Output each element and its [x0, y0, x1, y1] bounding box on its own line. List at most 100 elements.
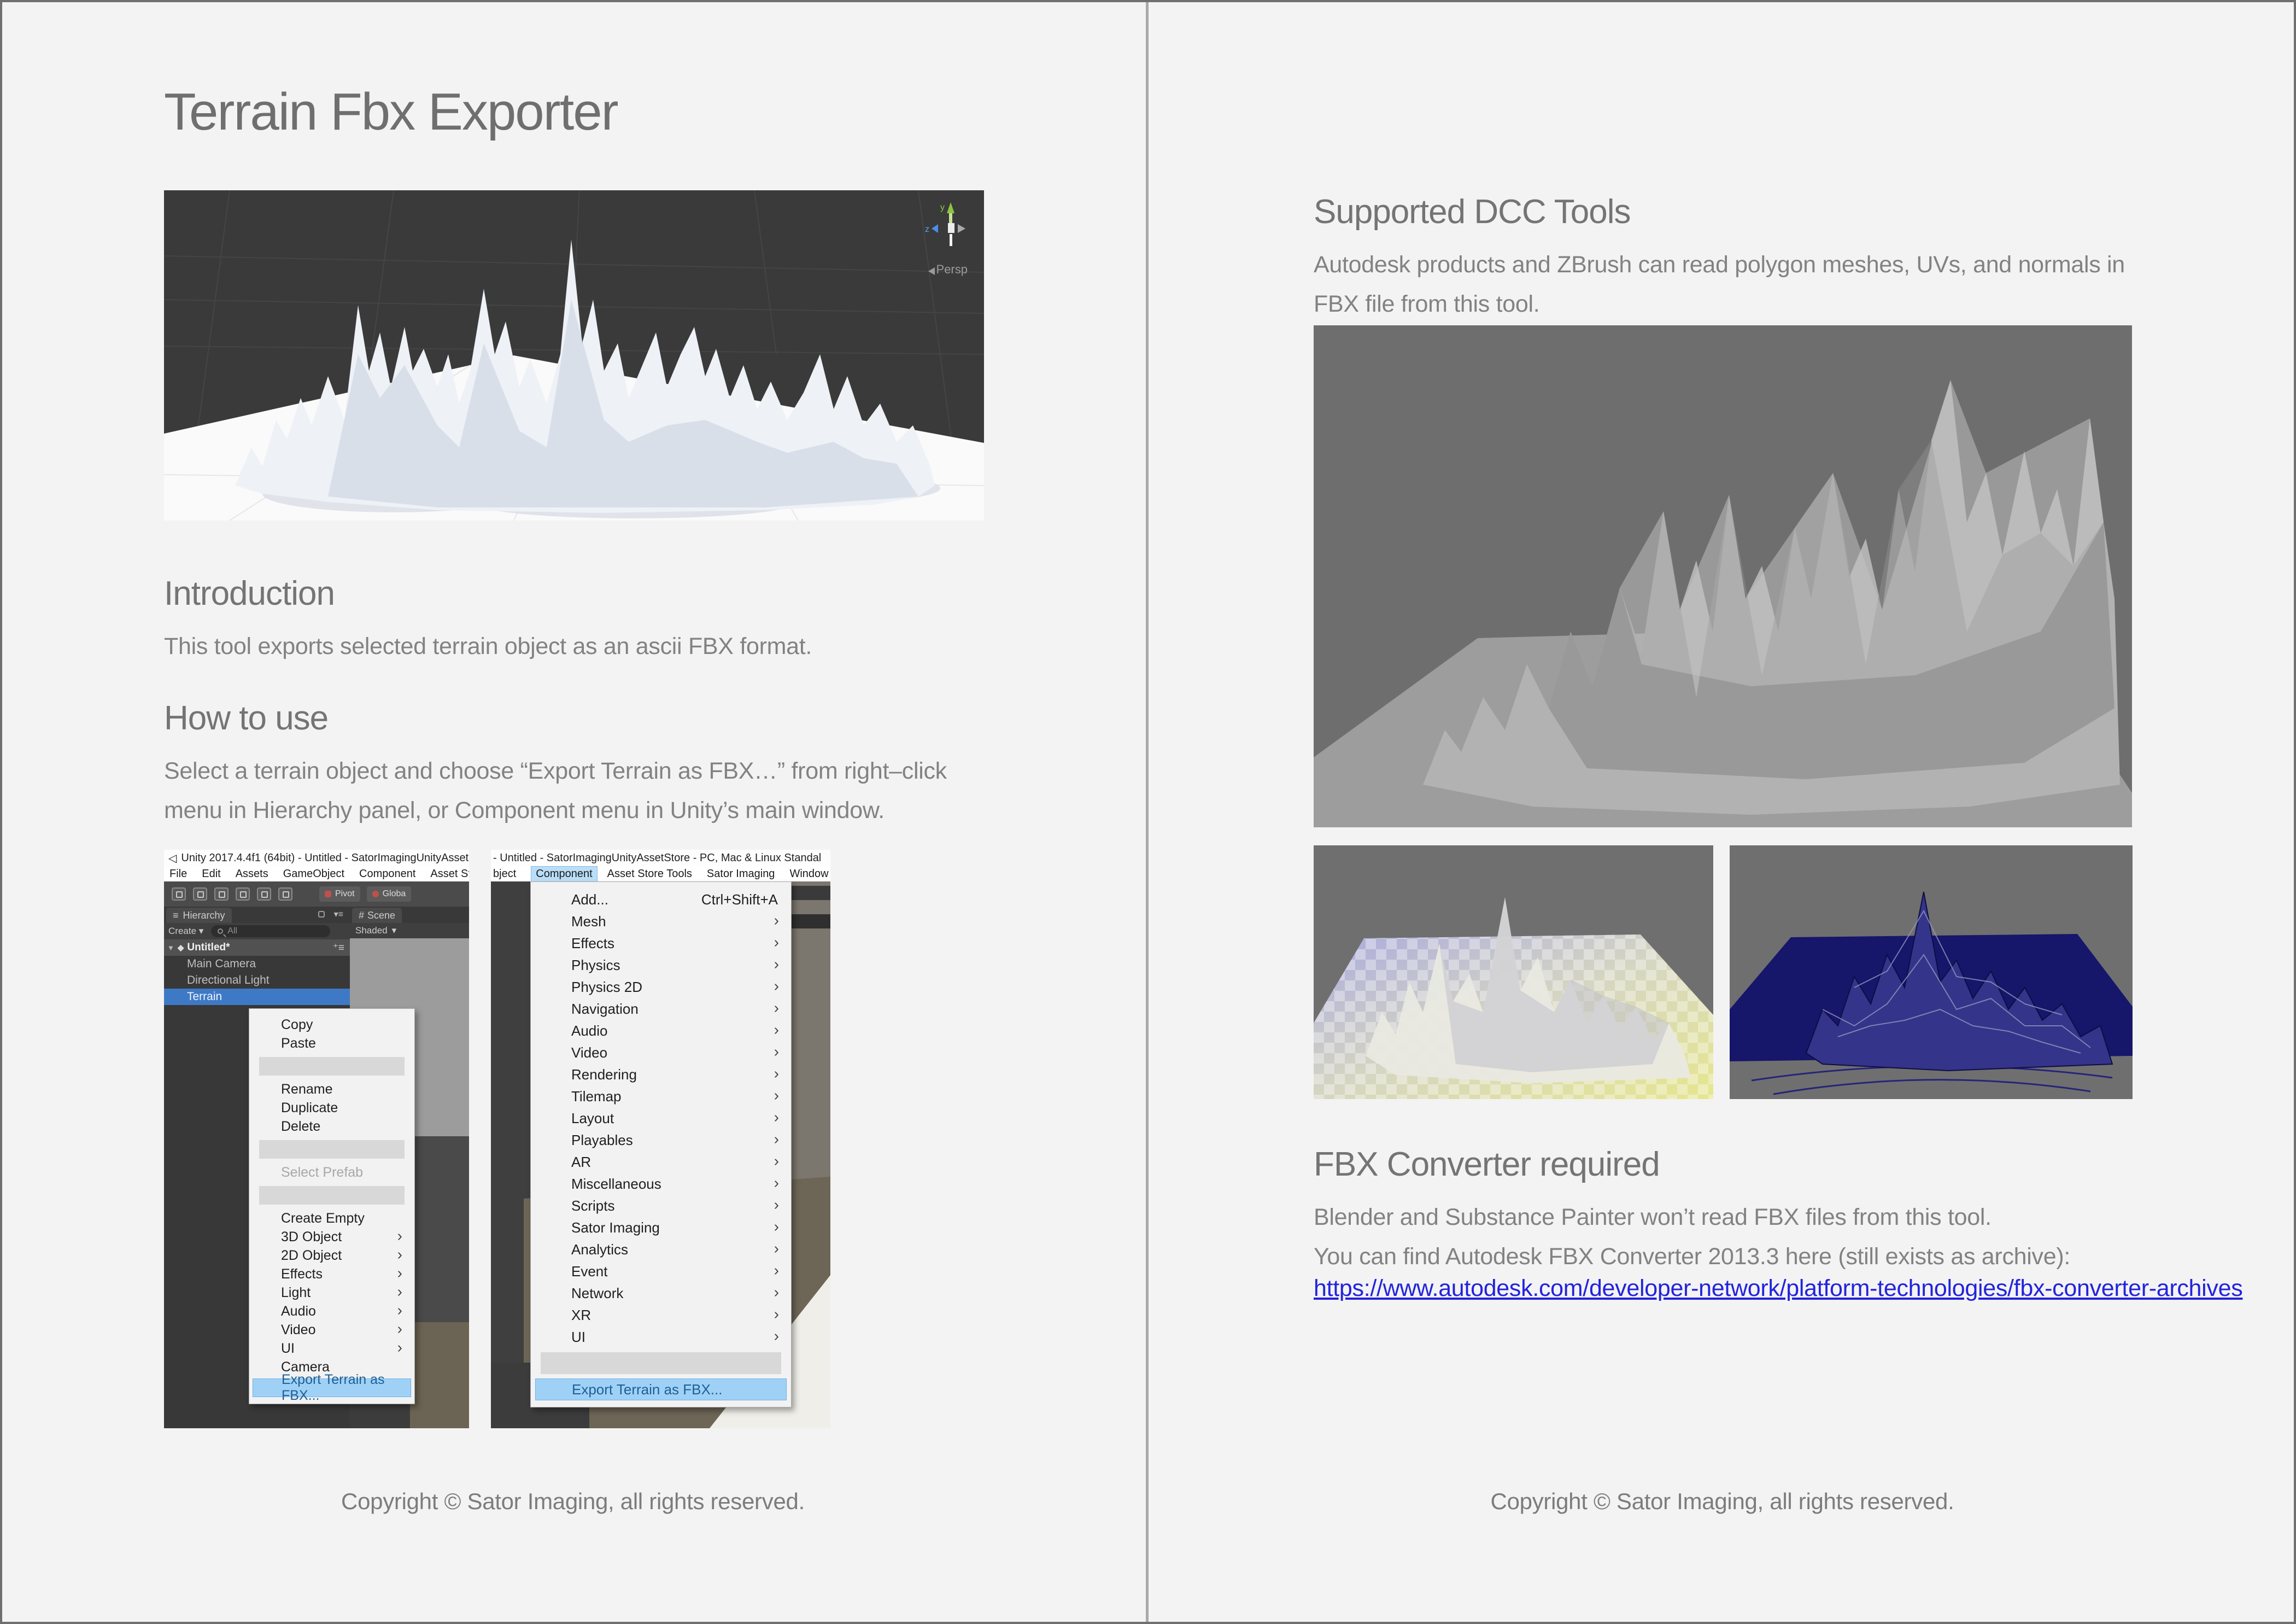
menubar-item[interactable]: bject — [493, 868, 516, 880]
foldout-arrow-icon[interactable]: ▼ — [167, 944, 174, 952]
menubar-item[interactable]: GameObject — [283, 868, 344, 880]
how-to-use-body: Select a terrain object and choose “Expo… — [164, 751, 973, 830]
component-menu-item[interactable]: Layout — [531, 1107, 791, 1129]
scale-tool-icon[interactable] — [236, 887, 250, 901]
menubar-item[interactable]: Edit — [202, 868, 220, 880]
component-menu-item[interactable]: Effects — [531, 932, 791, 954]
context-menu-item[interactable]: Copy — [249, 1015, 414, 1034]
component-menu-item[interactable] — [541, 1352, 781, 1374]
menubar-item[interactable]: Sator Imaging — [707, 868, 775, 880]
unity2-title-text: - Untitled - SatorImagingUnityAssetStore… — [493, 852, 821, 864]
component-menu-item[interactable]: Mesh — [531, 910, 791, 932]
menubar-item[interactable]: Asset Store Tools — [607, 868, 692, 880]
component-menu-item[interactable]: Navigation — [531, 998, 791, 1020]
unity-screenshot-component: - Untitled - SatorImagingUnityAssetStore… — [491, 850, 830, 1428]
rect-tool-icon[interactable] — [257, 887, 271, 901]
context-menu-item[interactable]: Export Terrain as FBX... — [253, 1378, 411, 1397]
component-menu-item[interactable]: Scripts — [531, 1195, 791, 1217]
menubar-item[interactable]: Assets — [236, 868, 268, 880]
hierarchy-tree-item[interactable]: Main Camera — [164, 956, 350, 972]
context-menu-item[interactable]: Create Empty — [249, 1209, 414, 1228]
menubar-item[interactable]: Component — [359, 868, 415, 880]
component-menu-item[interactable]: UI — [531, 1326, 791, 1348]
global-toggle[interactable]: Globa — [367, 886, 412, 902]
context-menu-item[interactable]: 2D Object — [249, 1246, 414, 1265]
component-menu-item[interactable]: Add...Ctrl+Shift+A — [531, 889, 791, 910]
component-menu-item[interactable]: Event — [531, 1260, 791, 1282]
fbx-converter-heading: FBX Converter required — [1314, 1145, 1660, 1184]
checker-terrain-art — [1314, 845, 1713, 1099]
context-menu-item[interactable]: Light — [249, 1283, 414, 1302]
context-menu-item[interactable]: Select Prefab — [249, 1163, 414, 1182]
hierarchy-tree: Main CameraDirectional LightTerrain — [164, 956, 350, 1005]
component-menu-item[interactable]: Physics — [531, 954, 791, 976]
menubar-item[interactable]: File — [169, 868, 187, 880]
hierarchy-tab-icon: ≡ — [173, 910, 179, 921]
scene-tab-icon: # — [359, 910, 364, 921]
move-tool-icon[interactable] — [193, 887, 207, 901]
component-menu-item[interactable]: Video — [531, 1042, 791, 1064]
fbx-converter-link[interactable]: https://www.autodesk.com/developer-netwo… — [1314, 1275, 2242, 1302]
menubar-item[interactable]: Window — [789, 868, 828, 880]
context-menu-item[interactable]: Delete — [249, 1117, 414, 1136]
unity-screenshot-hierarchy: ◁ Unity 2017.4.4f1 (64bit) - Untitled - … — [164, 850, 469, 1428]
panel-menu-icon[interactable]: ▾≡ — [334, 909, 343, 920]
component-menu-item[interactable]: Playables — [531, 1129, 791, 1151]
unity1-menubar: File Edit Assets GameObject Component Asset S… — [164, 866, 469, 881]
component-menu-item[interactable]: Analytics — [531, 1239, 791, 1260]
context-menu-item[interactable] — [259, 1057, 405, 1076]
menubar-item[interactable]: Component — [531, 866, 597, 881]
component-menu-item[interactable]: Export Terrain as FBX... — [535, 1378, 787, 1400]
context-menu-item[interactable]: Audio — [249, 1302, 414, 1321]
rotate-tool-icon[interactable] — [214, 887, 229, 901]
context-menu-item[interactable]: Effects — [249, 1265, 414, 1283]
frame-bottom — [0, 1622, 2296, 1624]
component-menu-item[interactable]: Physics 2D — [531, 976, 791, 998]
component-menu: Add...Ctrl+Shift+AMeshEffectsPhysicsPhys… — [530, 881, 792, 1407]
component-menu-item[interactable]: Miscellaneous — [531, 1173, 791, 1195]
component-menu-item[interactable]: Rendering — [531, 1064, 791, 1085]
transform-tool-icon[interactable] — [278, 887, 292, 901]
context-menu-item[interactable]: Rename — [249, 1080, 414, 1099]
context-menu-item[interactable]: Video — [249, 1321, 414, 1339]
hierarchy-tree-item[interactable]: Directional Light — [164, 972, 350, 989]
hierarchy-context-menu: CopyPaste RenameDuplicateDelete Select Pre… — [249, 1008, 415, 1404]
search-icon — [218, 928, 223, 934]
create-button[interactable]: Create ▾ — [168, 926, 203, 937]
context-menu-item[interactable]: Duplicate — [249, 1099, 414, 1117]
context-menu-item[interactable]: Paste — [249, 1034, 414, 1053]
unity1-titlebar: ◁ Unity 2017.4.4f1 (64bit) - Untitled - … — [164, 850, 469, 866]
component-menu-item[interactable]: AR — [531, 1151, 791, 1173]
scene-row-untitled[interactable]: ▼ ◆ Untitled* ⁺≡ — [164, 939, 350, 956]
component-menu-item[interactable]: XR — [531, 1304, 791, 1326]
hierarchy-search-input[interactable]: All — [211, 925, 330, 937]
context-menu-item[interactable] — [259, 1186, 405, 1205]
pivot-toggle[interactable]: Pivot — [319, 886, 360, 902]
dcc-wireframe-image — [1730, 845, 2133, 1099]
hand-tool-icon[interactable] — [172, 887, 186, 901]
panel-lock-icon[interactable] — [318, 911, 325, 918]
hierarchy-create-row: Create ▾ All — [164, 923, 350, 939]
tab-hierarchy[interactable]: ≡ Hierarchy — [166, 908, 232, 923]
context-menu-item[interactable]: 3D Object — [249, 1228, 414, 1246]
hero-terrain-image: y z Persp — [164, 190, 984, 521]
dcc-checker-image — [1314, 845, 1713, 1099]
component-menu-item[interactable]: Network — [531, 1282, 791, 1304]
component-menu-item[interactable]: Audio — [531, 1020, 791, 1042]
persp-label[interactable]: Persp — [936, 262, 968, 277]
component-menu-item[interactable]: Sator Imaging — [531, 1217, 791, 1239]
copyright-right: Copyright © Sator Imaging, all rights re… — [1149, 1488, 2296, 1515]
hierarchy-tree-item[interactable]: Terrain — [164, 989, 350, 1005]
frame-right — [2294, 0, 2296, 1624]
tab-scene[interactable]: # Scene — [352, 908, 402, 923]
menubar-item[interactable]: Asset Store T — [430, 868, 469, 880]
context-menu-item[interactable]: UI — [249, 1339, 414, 1358]
context-menu-item[interactable] — [259, 1140, 405, 1159]
unity2-menubar: bject Component Asset Store Tools Sator Ima… — [491, 866, 830, 881]
component-menu-item[interactable]: Tilemap — [531, 1085, 791, 1107]
page-divider — [1146, 2, 1149, 1622]
scene-options-icon[interactable]: ⁺≡ — [333, 942, 344, 954]
shaded-dropdown[interactable]: Shaded▾ — [350, 923, 469, 938]
introduction-body: This tool exports selected terrain objec… — [164, 627, 1017, 666]
global-icon — [372, 891, 379, 897]
